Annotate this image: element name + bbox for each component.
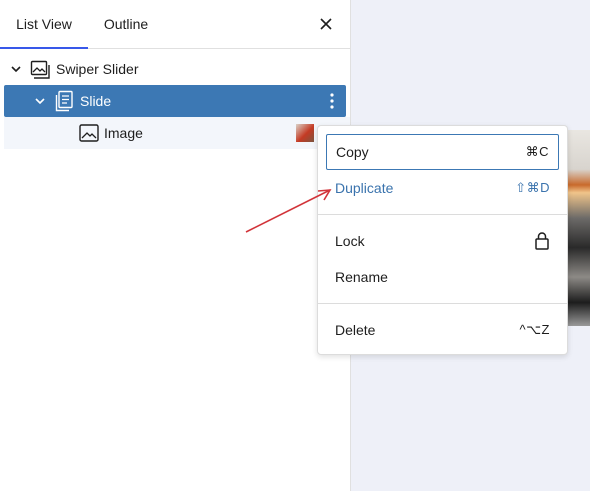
- image-preview: [566, 130, 590, 326]
- more-vertical-icon[interactable]: [322, 91, 342, 111]
- tree-item-slide[interactable]: Slide: [4, 85, 346, 117]
- tree-item-image[interactable]: Image: [4, 117, 350, 149]
- chevron-down-icon[interactable]: [33, 94, 47, 108]
- tab-list-view[interactable]: List View: [0, 0, 88, 49]
- gallery-icon: [30, 60, 50, 79]
- menu-item-rename[interactable]: Rename: [326, 259, 559, 295]
- chevron-down-icon[interactable]: [9, 62, 23, 76]
- list-view-panel: List View Outline Swiper Slider Slide Im…: [0, 0, 351, 491]
- tree-item-label: Swiper Slider: [56, 61, 139, 77]
- shortcut-delete: ^⌥Z: [519, 322, 550, 337]
- close-button[interactable]: [314, 12, 338, 36]
- shortcut-duplicate: ⇧⌘D: [515, 180, 550, 195]
- tree-item-label: Image: [104, 125, 143, 141]
- menu-divider: [318, 214, 567, 215]
- menu-item-label: Rename: [335, 269, 388, 285]
- menu-divider: [318, 303, 567, 304]
- shortcut-copy: ⌘C: [525, 144, 549, 159]
- panel-tabs: List View Outline: [0, 0, 350, 49]
- tab-outline[interactable]: Outline: [88, 0, 164, 48]
- menu-item-label: Delete: [335, 322, 376, 338]
- image-thumbnail: [296, 124, 314, 142]
- lock-icon: [535, 232, 549, 250]
- document-stack-icon: [55, 90, 73, 112]
- menu-item-lock[interactable]: Lock: [326, 223, 559, 259]
- menu-item-duplicate[interactable]: Duplicate ⇧⌘D: [326, 170, 559, 206]
- tree-item-label: Slide: [80, 93, 112, 109]
- block-options-menu: Copy ⌘C Duplicate ⇧⌘D Lock Rename Delete…: [317, 125, 568, 355]
- menu-item-delete[interactable]: Delete ^⌥Z: [326, 312, 559, 348]
- image-icon: [79, 124, 99, 142]
- tree-item-swiper-slider[interactable]: Swiper Slider: [4, 53, 346, 85]
- menu-item-label: Duplicate: [335, 180, 394, 196]
- menu-item-label: Copy: [336, 144, 369, 160]
- annotation-arrow-icon: [245, 189, 332, 233]
- menu-item-copy[interactable]: Copy ⌘C: [326, 134, 559, 170]
- close-icon: [320, 18, 332, 30]
